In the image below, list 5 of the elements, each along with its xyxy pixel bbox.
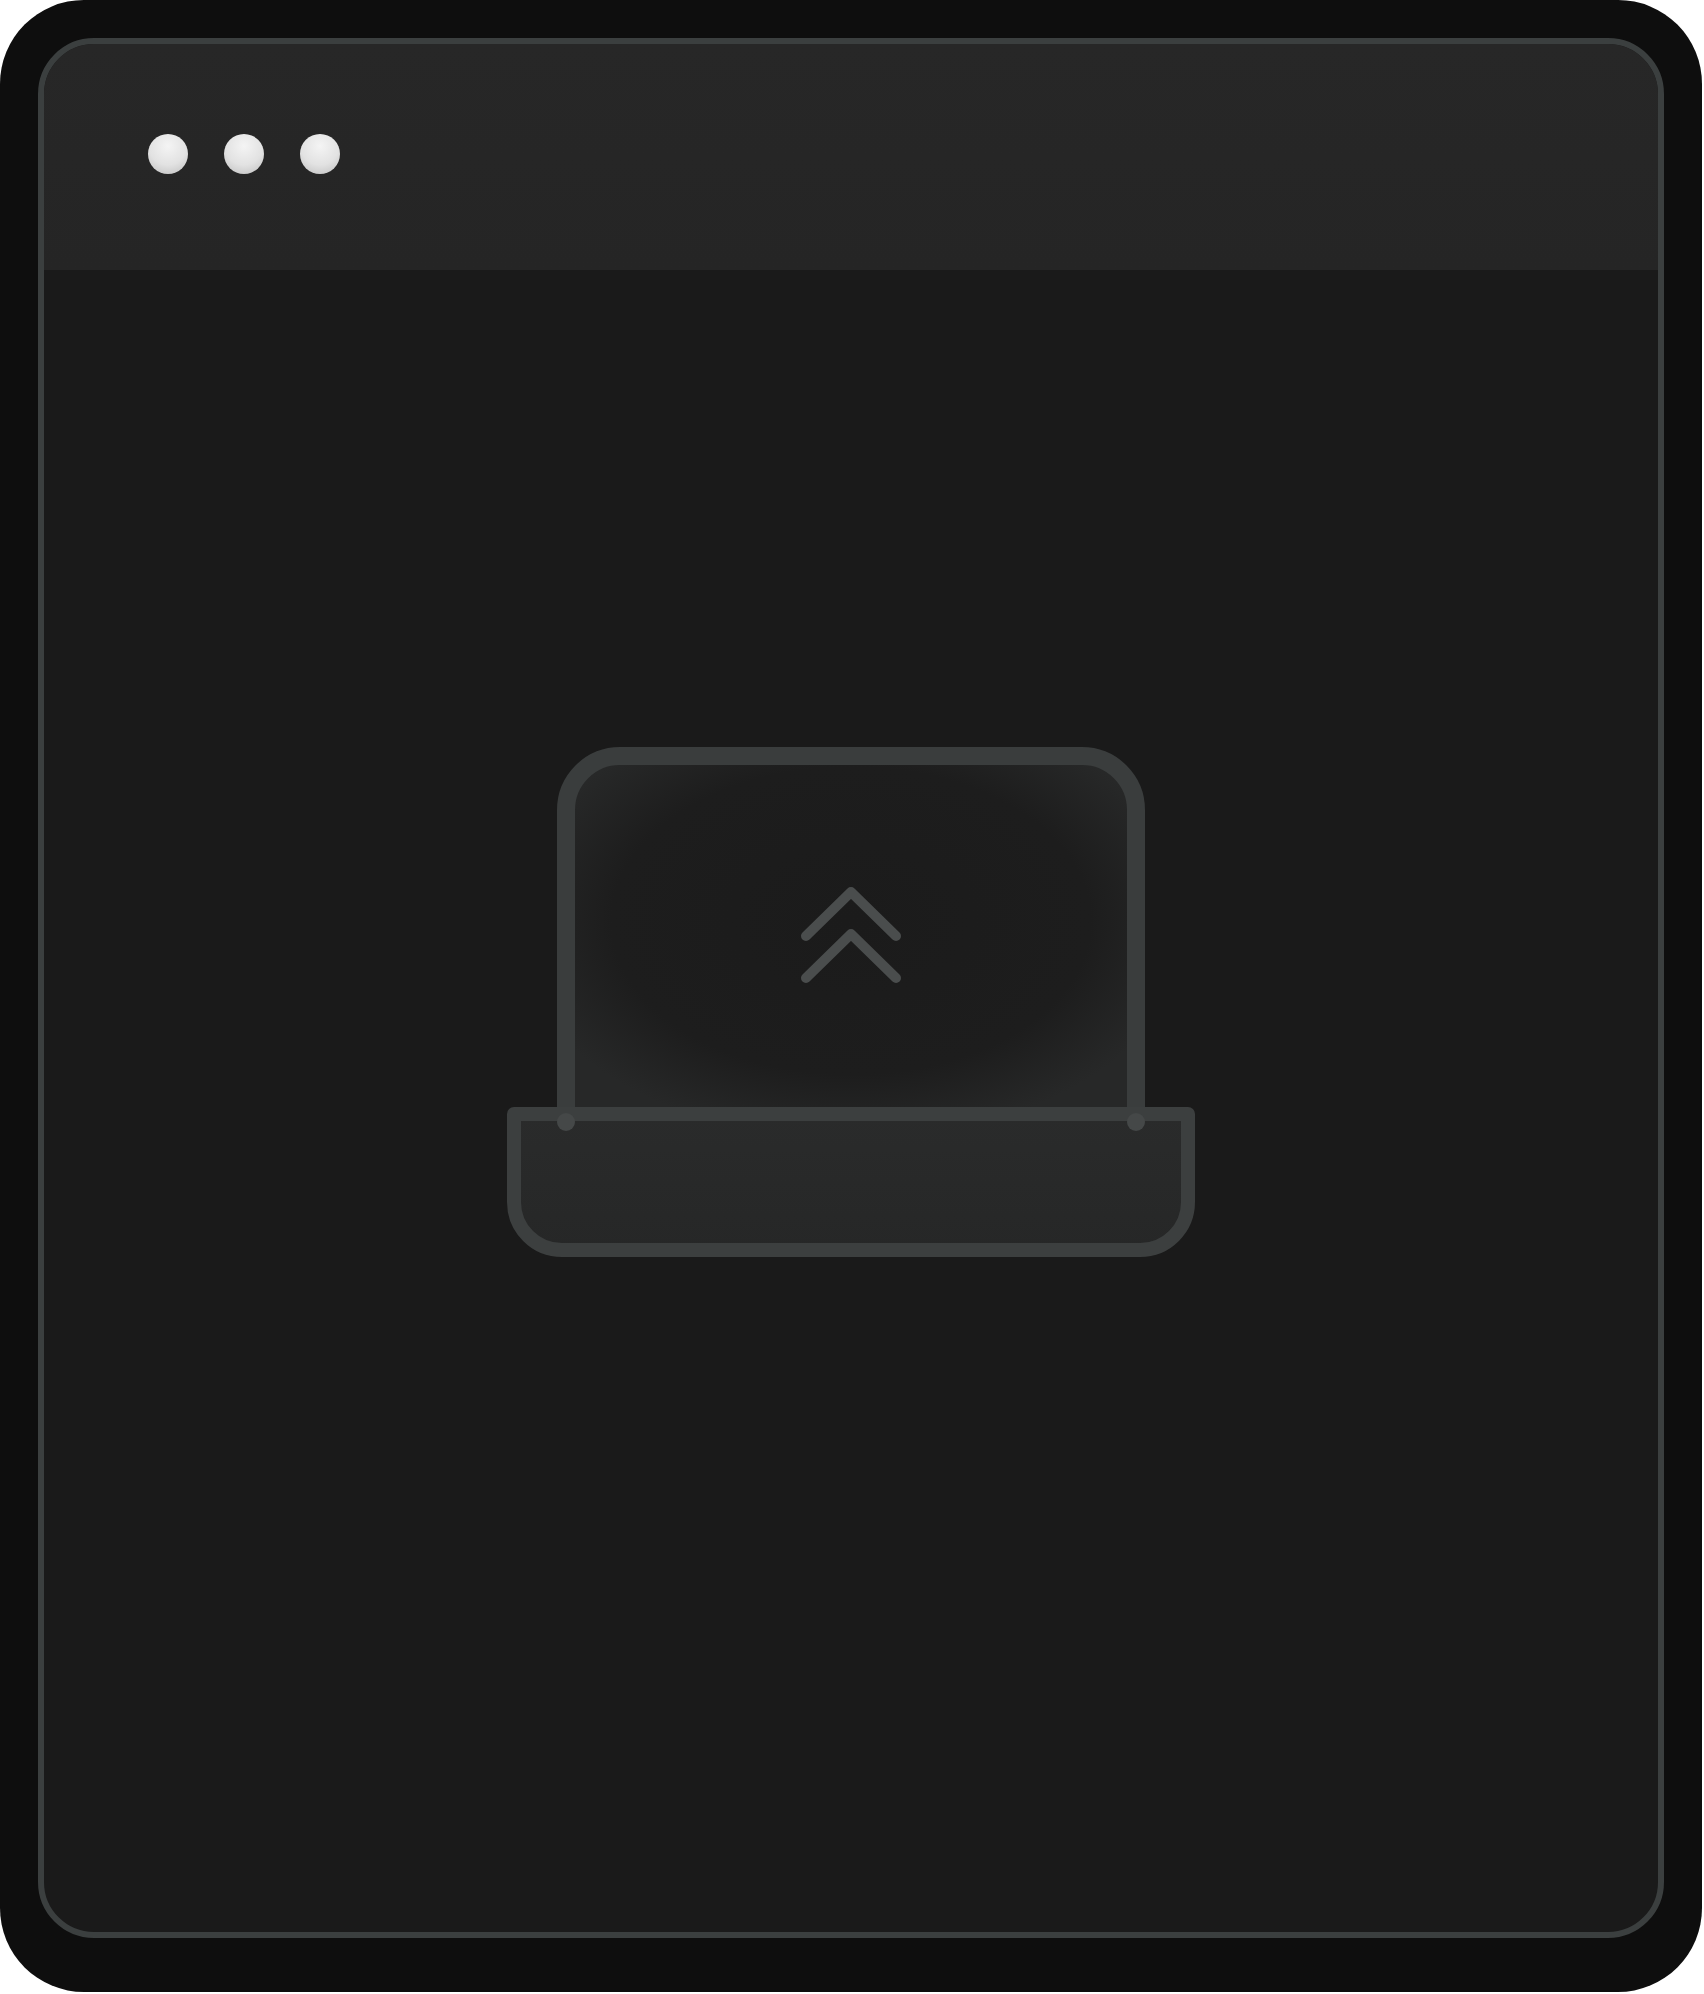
window-control-dot-icon[interactable]	[224, 134, 264, 174]
window-control-dot-icon[interactable]	[148, 134, 188, 174]
chevrons-up-icon	[801, 887, 901, 983]
laptop-icon	[507, 747, 1195, 1257]
window-control-dot-icon[interactable]	[300, 134, 340, 174]
